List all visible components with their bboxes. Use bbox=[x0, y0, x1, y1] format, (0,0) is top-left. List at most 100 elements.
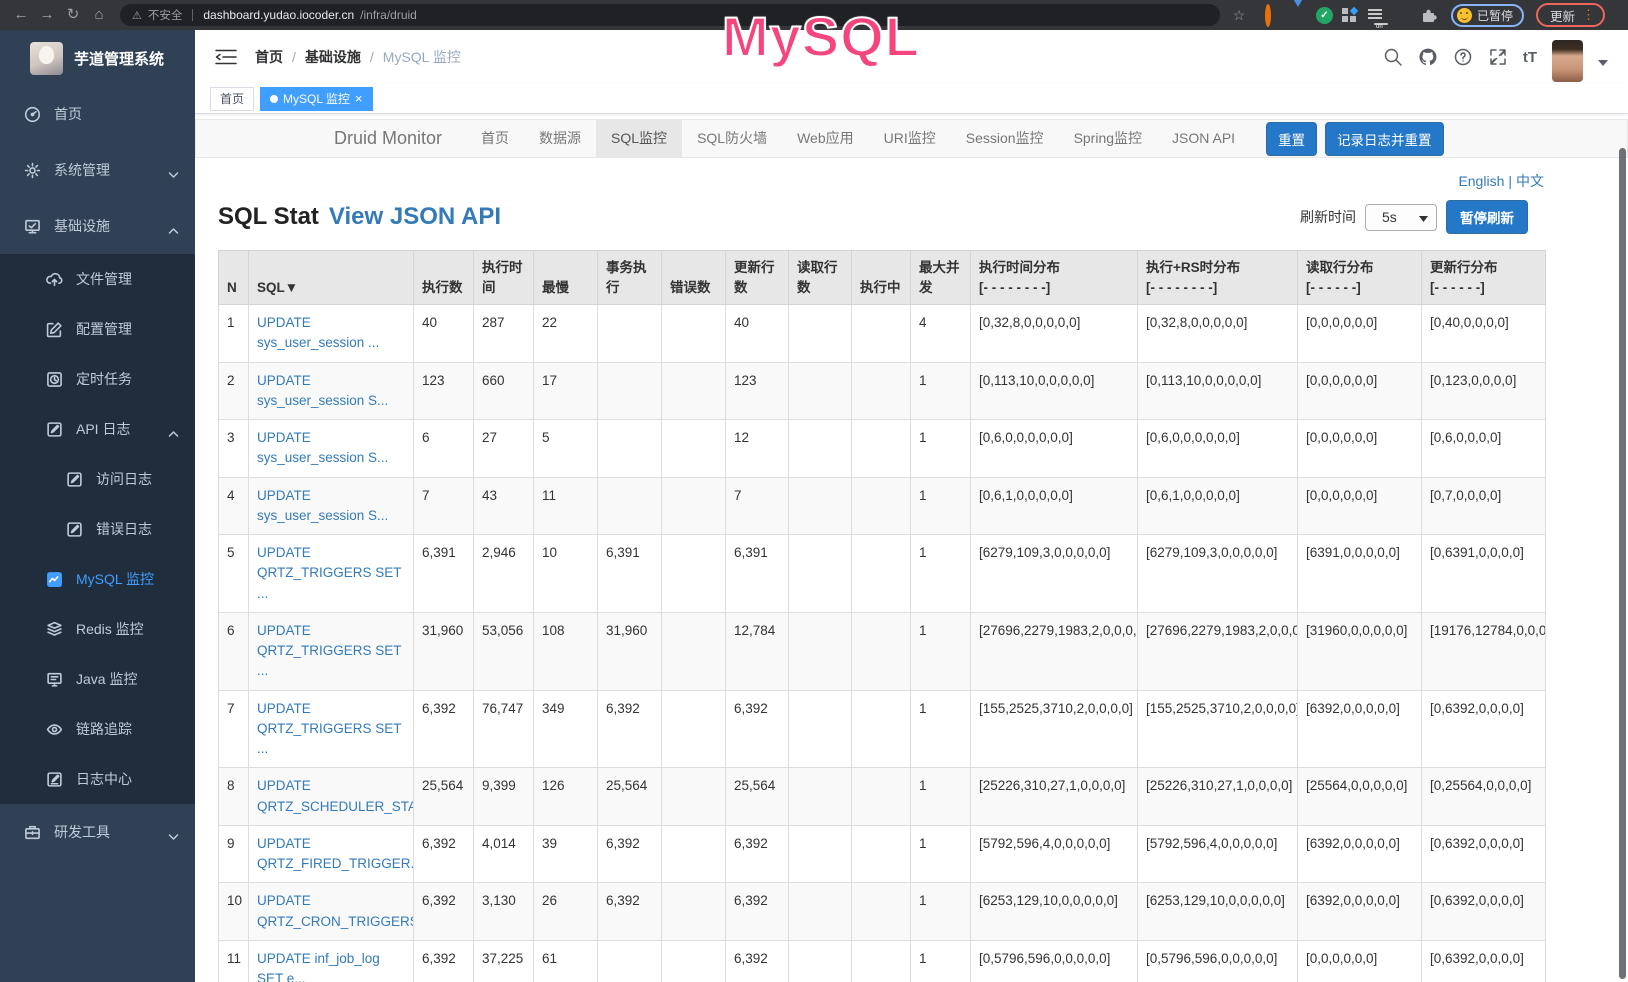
sql-link[interactable]: UPDATE inf_job_log SET e... bbox=[257, 951, 380, 982]
column-header[interactable]: 执行时间 bbox=[474, 251, 534, 305]
help-icon[interactable] bbox=[1453, 47, 1473, 67]
breadcrumb-infrastructure[interactable]: 基础设施 bbox=[305, 47, 361, 67]
cell-update-rows-histogram: [0,40,0,0,0,0] bbox=[1422, 305, 1546, 363]
app-title: 芋道管理系统 bbox=[74, 48, 164, 69]
sidebar-item-log-center[interactable]: 日志中心 bbox=[0, 754, 195, 804]
access-log-icon bbox=[66, 471, 83, 488]
sidebar-item-api-logs[interactable]: API 日志 bbox=[0, 404, 195, 454]
sidebar-item-config-management[interactable]: 配置管理 bbox=[0, 304, 195, 354]
sidebar-item-devtools[interactable]: 研发工具 bbox=[0, 804, 195, 860]
column-header[interactable]: 读取行分布[- - - - - -] bbox=[1298, 251, 1422, 305]
sql-link[interactable]: UPDATE QRTZ_CRON_TRIGGERS... bbox=[257, 893, 414, 928]
extension-dark-icon[interactable] bbox=[1394, 7, 1411, 24]
tab-home[interactable]: 首页 bbox=[210, 87, 254, 111]
lang-english-link[interactable]: English bbox=[1458, 173, 1504, 189]
column-header[interactable]: 更新行分布[- - - - - -] bbox=[1422, 251, 1546, 305]
column-header[interactable]: 执行数 bbox=[414, 251, 474, 305]
column-header[interactable]: 事务执行 bbox=[598, 251, 662, 305]
tab-mysql-monitor[interactable]: MySQL 监控 × bbox=[260, 87, 373, 111]
extension-list-icon[interactable]: on bbox=[1368, 7, 1385, 24]
extension-orange-ring-icon[interactable] bbox=[1264, 7, 1281, 24]
sidebar-item-infrastructure[interactable]: 基础设施 bbox=[0, 198, 195, 254]
cell-exec-time-histogram: [6279,109,3,0,0,0,0,0] bbox=[971, 535, 1138, 613]
sql-link[interactable]: UPDATE QRTZ_SCHEDULER_STA... bbox=[257, 778, 414, 813]
security-label[interactable]: 不安全 bbox=[148, 7, 183, 23]
column-header[interactable]: N bbox=[219, 251, 249, 305]
column-header[interactable]: 执行+RS时分布[- - - - - - - -] bbox=[1138, 251, 1298, 305]
github-icon[interactable] bbox=[1418, 47, 1438, 67]
sidebar-item-trace[interactable]: 链路追踪 bbox=[0, 704, 195, 754]
breadcrumb-home[interactable]: 首页 bbox=[255, 47, 283, 67]
active-tab-dot bbox=[270, 95, 278, 103]
column-header[interactable]: 执行中 bbox=[852, 251, 911, 305]
column-header[interactable]: 执行时间分布[- - - - - - - -] bbox=[971, 251, 1138, 305]
sql-link[interactable]: UPDATE QRTZ_TRIGGERS SET ... bbox=[257, 701, 401, 757]
column-header[interactable]: 最大并发 bbox=[911, 251, 971, 305]
sidebar-item-home[interactable]: 首页 bbox=[0, 86, 195, 142]
column-header[interactable]: 读取行数 bbox=[789, 251, 852, 305]
column-header[interactable]: SQL▼ bbox=[249, 251, 414, 305]
browser-profile-chip[interactable]: 已暂停 bbox=[1451, 4, 1524, 27]
browser-update-button[interactable]: 更新 ⋮ bbox=[1536, 3, 1605, 27]
reset-button[interactable]: 重置 bbox=[1266, 122, 1317, 156]
druid-nav-item[interactable]: SQL监控 bbox=[596, 120, 682, 157]
reload-icon[interactable]: ↻ bbox=[62, 4, 84, 26]
refresh-interval-select[interactable]: 5s bbox=[1365, 204, 1437, 231]
table-row: 9 UPDATE QRTZ_FIRED_TRIGGER... 6,392 4,0… bbox=[219, 825, 1546, 883]
address-bar[interactable]: ⚠ 不安全 dashboard.yudao.iocoder.cn /infra/… bbox=[120, 4, 1220, 26]
sidebar-item-scheduled-jobs[interactable]: 定时任务 bbox=[0, 354, 195, 404]
close-tab-icon[interactable]: × bbox=[355, 92, 363, 105]
extension-green-check-icon[interactable]: ✓ bbox=[1316, 7, 1333, 24]
column-header[interactable]: 最慢 bbox=[534, 251, 598, 305]
cell-exec-rs-histogram: [0,113,10,0,0,0,0,0] bbox=[1138, 362, 1298, 420]
sql-link[interactable]: UPDATE QRTZ_TRIGGERS SET ... bbox=[257, 545, 401, 601]
column-header[interactable]: 更新行数 bbox=[726, 251, 789, 305]
extension-blue-gem-icon[interactable] bbox=[1290, 7, 1307, 24]
sql-link[interactable]: UPDATE QRTZ_FIRED_TRIGGER... bbox=[257, 836, 414, 871]
druid-nav-item[interactable]: JSON API bbox=[1157, 120, 1250, 157]
vertical-scrollbar[interactable] bbox=[1619, 148, 1626, 979]
pause-refresh-button[interactable]: 暂停刷新 bbox=[1446, 200, 1528, 234]
sidebar-item-redis-monitor[interactable]: Redis 监控 bbox=[0, 604, 195, 654]
sidebar-item-file-management[interactable]: 文件管理 bbox=[0, 254, 195, 304]
sidebar-item-java-monitor[interactable]: Java 监控 bbox=[0, 654, 195, 704]
caret-down-icon[interactable] bbox=[1598, 53, 1608, 71]
sidebar-logo[interactable]: 芋道管理系统 bbox=[0, 30, 195, 86]
druid-brand[interactable]: Druid Monitor bbox=[196, 120, 466, 157]
sql-link[interactable]: UPDATE sys_user_session S... bbox=[257, 430, 388, 465]
druid-nav-item[interactable]: Web应用 bbox=[782, 120, 869, 157]
druid-nav-item[interactable]: 首页 bbox=[466, 120, 524, 157]
bookmark-star-icon[interactable]: ☆ bbox=[1228, 4, 1250, 26]
back-icon[interactable]: ← bbox=[10, 4, 32, 26]
forward-icon[interactable]: → bbox=[36, 4, 58, 26]
druid-nav-item[interactable]: URI监控 bbox=[869, 120, 951, 157]
log-and-reset-button[interactable]: 记录日志并重置 bbox=[1325, 122, 1444, 156]
sql-link[interactable]: UPDATE sys_user_session S... bbox=[257, 488, 388, 523]
cell-update-rows: 40 bbox=[726, 305, 789, 363]
home-icon[interactable]: ⌂ bbox=[88, 4, 110, 26]
sql-link[interactable]: UPDATE sys_user_session ... bbox=[257, 315, 379, 350]
font-size-icon[interactable]: tT bbox=[1523, 49, 1537, 66]
cell-exec-time-histogram: [6253,129,10,0,0,0,0,0] bbox=[971, 883, 1138, 941]
druid-nav-item[interactable]: Spring监控 bbox=[1059, 120, 1157, 157]
druid-nav-item[interactable]: 数据源 bbox=[524, 120, 596, 157]
column-header[interactable]: 错误数 bbox=[662, 251, 726, 305]
druid-nav-item[interactable]: SQL防火墙 bbox=[682, 120, 782, 157]
sidebar-item-mysql-monitor[interactable]: MySQL 监控 bbox=[0, 554, 195, 604]
sidebar-item-system[interactable]: 系统管理 bbox=[0, 142, 195, 198]
search-icon[interactable] bbox=[1383, 47, 1403, 67]
view-json-api-link[interactable]: View JSON API bbox=[329, 203, 501, 231]
sql-link[interactable]: UPDATE sys_user_session S... bbox=[257, 373, 388, 408]
user-avatar[interactable] bbox=[1552, 40, 1583, 82]
sidebar-item-error-logs[interactable]: 错误日志 bbox=[0, 504, 195, 554]
druid-nav-item[interactable]: Session监控 bbox=[951, 120, 1059, 157]
sql-link[interactable]: UPDATE QRTZ_TRIGGERS SET ... bbox=[257, 623, 401, 679]
sidebar-collapse-icon[interactable] bbox=[215, 48, 237, 66]
sidebar-item-access-logs[interactable]: 访问日志 bbox=[0, 454, 195, 504]
extensions-puzzle-icon[interactable] bbox=[1420, 7, 1437, 24]
extension-blocks-icon[interactable] bbox=[1342, 7, 1359, 24]
lang-chinese-link[interactable]: 中文 bbox=[1516, 173, 1544, 189]
fullscreen-icon[interactable] bbox=[1488, 47, 1508, 67]
browser-menu-dots-icon[interactable]: ⋮ bbox=[1582, 7, 1595, 23]
cell-exec-count: 6,392 bbox=[414, 825, 474, 883]
